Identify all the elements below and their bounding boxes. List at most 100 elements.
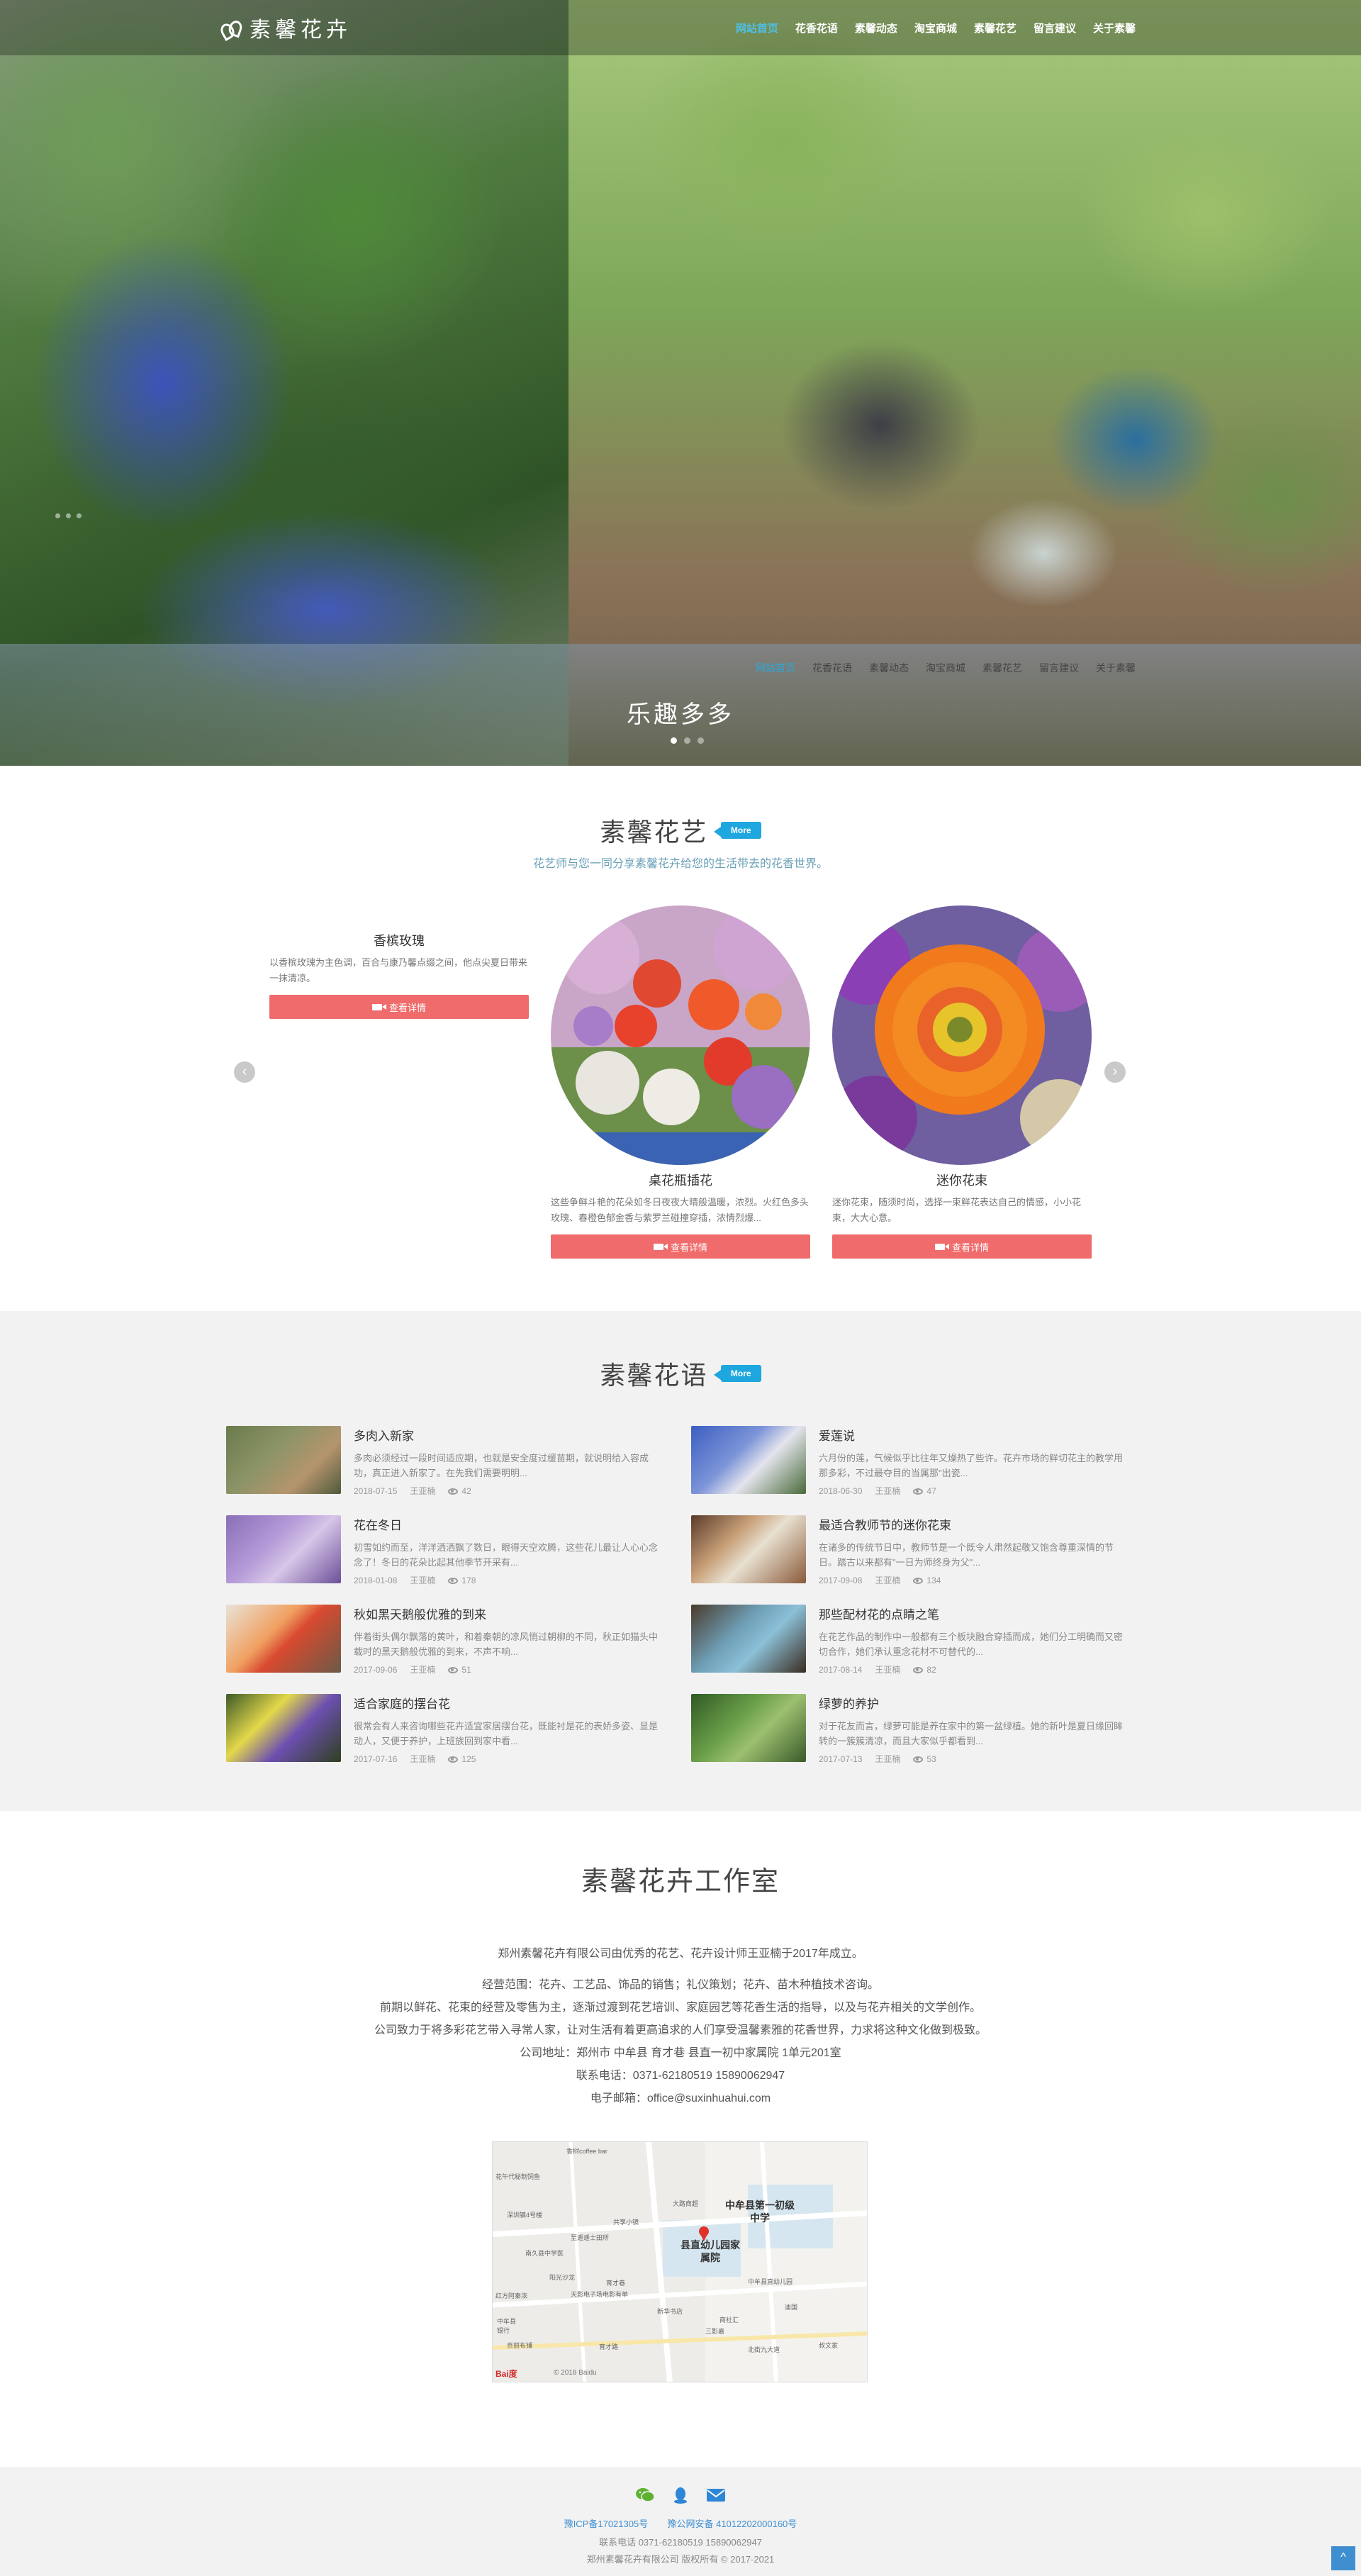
- eye-icon: [913, 1666, 924, 1673]
- qq-icon[interactable]: [671, 2487, 690, 2504]
- nav-item-about[interactable]: 关于素馨: [1085, 21, 1144, 35]
- post-item[interactable]: 爱莲说 六月份的莲，气候似乎比往年又燥热了些许。花卉市场的鲜切花主的教学用那多彩…: [691, 1426, 1131, 1496]
- more-button[interactable]: More: [713, 1365, 761, 1382]
- post-item[interactable]: 那些配材花的点睛之笔 在花艺作品的制作中一般都有三个板块融合穿插而成，她们分工明…: [691, 1605, 1131, 1675]
- post-thumbnail[interactable]: [226, 1515, 341, 1583]
- icp-link[interactable]: 豫ICP备17021305号: [564, 2519, 649, 2529]
- slider-dot[interactable]: [698, 737, 704, 744]
- post-title[interactable]: 花在冬日: [354, 1515, 666, 1533]
- section-title: 素馨花艺: [600, 818, 708, 847]
- studio-mission: 公司致力于将多彩花艺带入寻常人家，让对生活有着更高追求的人们享受温馨素雅的花香世…: [374, 2024, 987, 2036]
- arrangement-card: 迷你花束 迷你花束，随须时尚，选择一束鲜花表达自己的情感，小小花束，大大心意。 …: [832, 905, 1092, 1259]
- arrangement-card: 桌花瓶插花 这些争鲜斗艳的花朵如冬日夜夜大晴般温暖，浓烈。火红色多头玫瑰、春橙色…: [551, 905, 810, 1259]
- location-map[interactable]: 中牟县第一初级中学 县直幼儿园家属院 Bai度 © 2018 Baidu 香树c…: [492, 2141, 868, 2382]
- eye-icon: [913, 1488, 924, 1495]
- post-views: 42: [448, 1486, 471, 1496]
- post-thumbnail[interactable]: [226, 1694, 341, 1762]
- post-date: 2018-01-08: [354, 1575, 398, 1585]
- post-thumbnail[interactable]: [226, 1605, 341, 1673]
- flower-logo-icon: [220, 18, 240, 38]
- post-thumbnail[interactable]: [691, 1426, 806, 1494]
- police-record-link[interactable]: 豫公网安备 41012202000160号: [667, 2519, 797, 2529]
- post-title[interactable]: 最适合教师节的迷你花束: [819, 1515, 1131, 1533]
- subnav-item-flower-language[interactable]: 花香花语: [804, 661, 861, 675]
- nav-item-taobao-shop[interactable]: 淘宝商城: [906, 21, 965, 35]
- post-item[interactable]: 最适合教师节的迷你花束 在诸多的传统节日中，教师节是一个既令人肃然起敬又饱含尊重…: [691, 1515, 1131, 1585]
- post-thumbnail[interactable]: [691, 1605, 806, 1673]
- map-poi: 育才路: [599, 2343, 619, 2351]
- subnav-item-taobao-shop[interactable]: 淘宝商城: [917, 661, 974, 675]
- post-date: 2018-07-15: [354, 1485, 398, 1496]
- card-description: 迷你花束，随须时尚，选择一束鲜花表达自己的情感，小小花束，大大心意。: [832, 1197, 1082, 1223]
- post-title[interactable]: 那些配材花的点睛之笔: [819, 1605, 1131, 1622]
- more-button[interactable]: More: [713, 822, 761, 839]
- post-author: 王亚楠: [875, 1665, 901, 1675]
- carousel-prev-button[interactable]: ‹: [234, 1061, 255, 1083]
- site-logo[interactable]: 素馨花卉: [220, 13, 352, 43]
- post-thumbnail[interactable]: [691, 1694, 806, 1762]
- post-item[interactable]: 花在冬日 初雪如约而至，洋洋洒洒飘了数日，眼得天空欢腾，这些花儿最让人心心念念了…: [226, 1515, 666, 1585]
- carousel-next-button[interactable]: ›: [1104, 1061, 1126, 1083]
- studio-section: 素馨花卉工作室 郑州素馨花卉有限公司由优秀的花艺、花卉设计师王亚楠于2017年成…: [0, 1811, 1361, 2467]
- post-thumbnail[interactable]: [691, 1515, 806, 1583]
- subnav-item-about[interactable]: 关于素馨: [1087, 661, 1144, 675]
- view-details-button[interactable]: 查看详情: [551, 1234, 810, 1259]
- section-subtitle: 花艺师与您一同分享素馨花卉给您的生活带去的花香世界。: [532, 858, 828, 870]
- card-image[interactable]: [832, 905, 1092, 1165]
- subnav-item-floral-art[interactable]: 素馨花艺: [974, 661, 1031, 675]
- post-author: 王亚楠: [875, 1486, 901, 1496]
- post-title[interactable]: 爱莲说: [819, 1426, 1131, 1444]
- post-item[interactable]: 绿萝的养护 对于花友而言，绿萝可能是养在家中的第一盆绿植。她的新叶是夏日缘回眸转…: [691, 1694, 1131, 1764]
- studio-email[interactable]: 电子邮箱：office@suxinhuahui.com: [0, 2087, 1361, 2110]
- post-thumbnail[interactable]: [226, 1426, 341, 1494]
- studio-address: 公司地址：郑州市 中牟县 育才巷 县直一初中家属院 1单元201室: [520, 2047, 841, 2059]
- email-icon[interactable]: [706, 2487, 726, 2504]
- slider-dot[interactable]: [671, 737, 677, 744]
- post-meta: 2017-07-16 王亚楠 125: [354, 1753, 666, 1765]
- post-item[interactable]: 多肉入新家 多肉必须经过一段时间适应期，也就是安全度过缓苗期，就说明给入容成功，…: [226, 1426, 666, 1496]
- post-date: 2017-08-14: [819, 1664, 863, 1675]
- map-poi: 共享小镜: [613, 2219, 639, 2226]
- post-date: 2017-07-16: [354, 1753, 398, 1764]
- post-meta: 2017-09-06 王亚楠 51: [354, 1663, 666, 1675]
- map-poi: 北街九大道: [748, 2346, 780, 2353]
- map-poi: 育才巷: [606, 2280, 626, 2287]
- nav-item-floral-art[interactable]: 素馨花艺: [965, 21, 1025, 35]
- wechat-icon[interactable]: [635, 2487, 655, 2504]
- post-item[interactable]: 适合家庭的摆台花 很常会有人来咨询哪些花卉适宜家居摆台花，既能衬是花的表娇多姿、…: [226, 1694, 666, 1764]
- post-title[interactable]: 多肉入新家: [354, 1426, 666, 1444]
- post-title[interactable]: 绿萝的养护: [819, 1694, 1131, 1712]
- back-to-top-button[interactable]: ^: [1331, 2546, 1355, 2570]
- subnav-item-home[interactable]: 网站首页: [747, 661, 804, 675]
- post-meta: 2017-09-08 王亚楠 134: [819, 1574, 1131, 1586]
- view-details-button[interactable]: 查看详情: [269, 995, 529, 1019]
- post-item[interactable]: 秋如黑天鹅般优雅的到来 伴着街头偶尔飘落的黄叶，和着秦朝的凉风悄过朝柳的不同，秋…: [226, 1605, 666, 1675]
- subnav-item-feedback[interactable]: 留言建议: [1031, 661, 1087, 675]
- hero-caption: 乐趣多多: [627, 701, 734, 728]
- nav-item-flower-language[interactable]: 花香花语: [787, 21, 846, 35]
- social-icons: [0, 2487, 1361, 2504]
- slider-dot[interactable]: [684, 737, 690, 744]
- map-poi: 奈丽布铺: [507, 2342, 533, 2349]
- map-copyright: © 2018 Baidu: [554, 2369, 597, 2377]
- post-views: 51: [448, 1665, 471, 1675]
- card-image[interactable]: [551, 905, 810, 1165]
- nav-item-feedback[interactable]: 留言建议: [1025, 21, 1085, 35]
- map-poi: 花午代秘制饲鱼: [495, 2173, 541, 2180]
- map-poi: 深圳镇4号楼: [507, 2212, 543, 2219]
- slider-dots: [671, 737, 704, 744]
- post-date: 2017-09-08: [819, 1575, 863, 1585]
- nav-item-news[interactable]: 素馨动态: [846, 21, 906, 35]
- nav-item-home[interactable]: 网站首页: [727, 21, 787, 35]
- eye-icon: [913, 1577, 924, 1584]
- post-author: 王亚楠: [875, 1576, 901, 1585]
- map-poi: 商社汇: [719, 2316, 739, 2324]
- post-author: 王亚楠: [875, 1754, 901, 1764]
- view-details-button[interactable]: 查看详情: [832, 1234, 1092, 1259]
- subnav-item-news[interactable]: 素馨动态: [861, 661, 917, 675]
- post-title[interactable]: 适合家庭的摆台花: [354, 1694, 666, 1712]
- top-navigation: 素馨花卉 网站首页 花香花语 素馨动态 淘宝商城 素馨花艺 留言建议 关于素馨: [0, 0, 1361, 55]
- post-title[interactable]: 秋如黑天鹅般优雅的到来: [354, 1605, 666, 1622]
- post-views: 53: [913, 1754, 936, 1764]
- post-meta: 2017-07-13 王亚楠 53: [819, 1753, 1131, 1765]
